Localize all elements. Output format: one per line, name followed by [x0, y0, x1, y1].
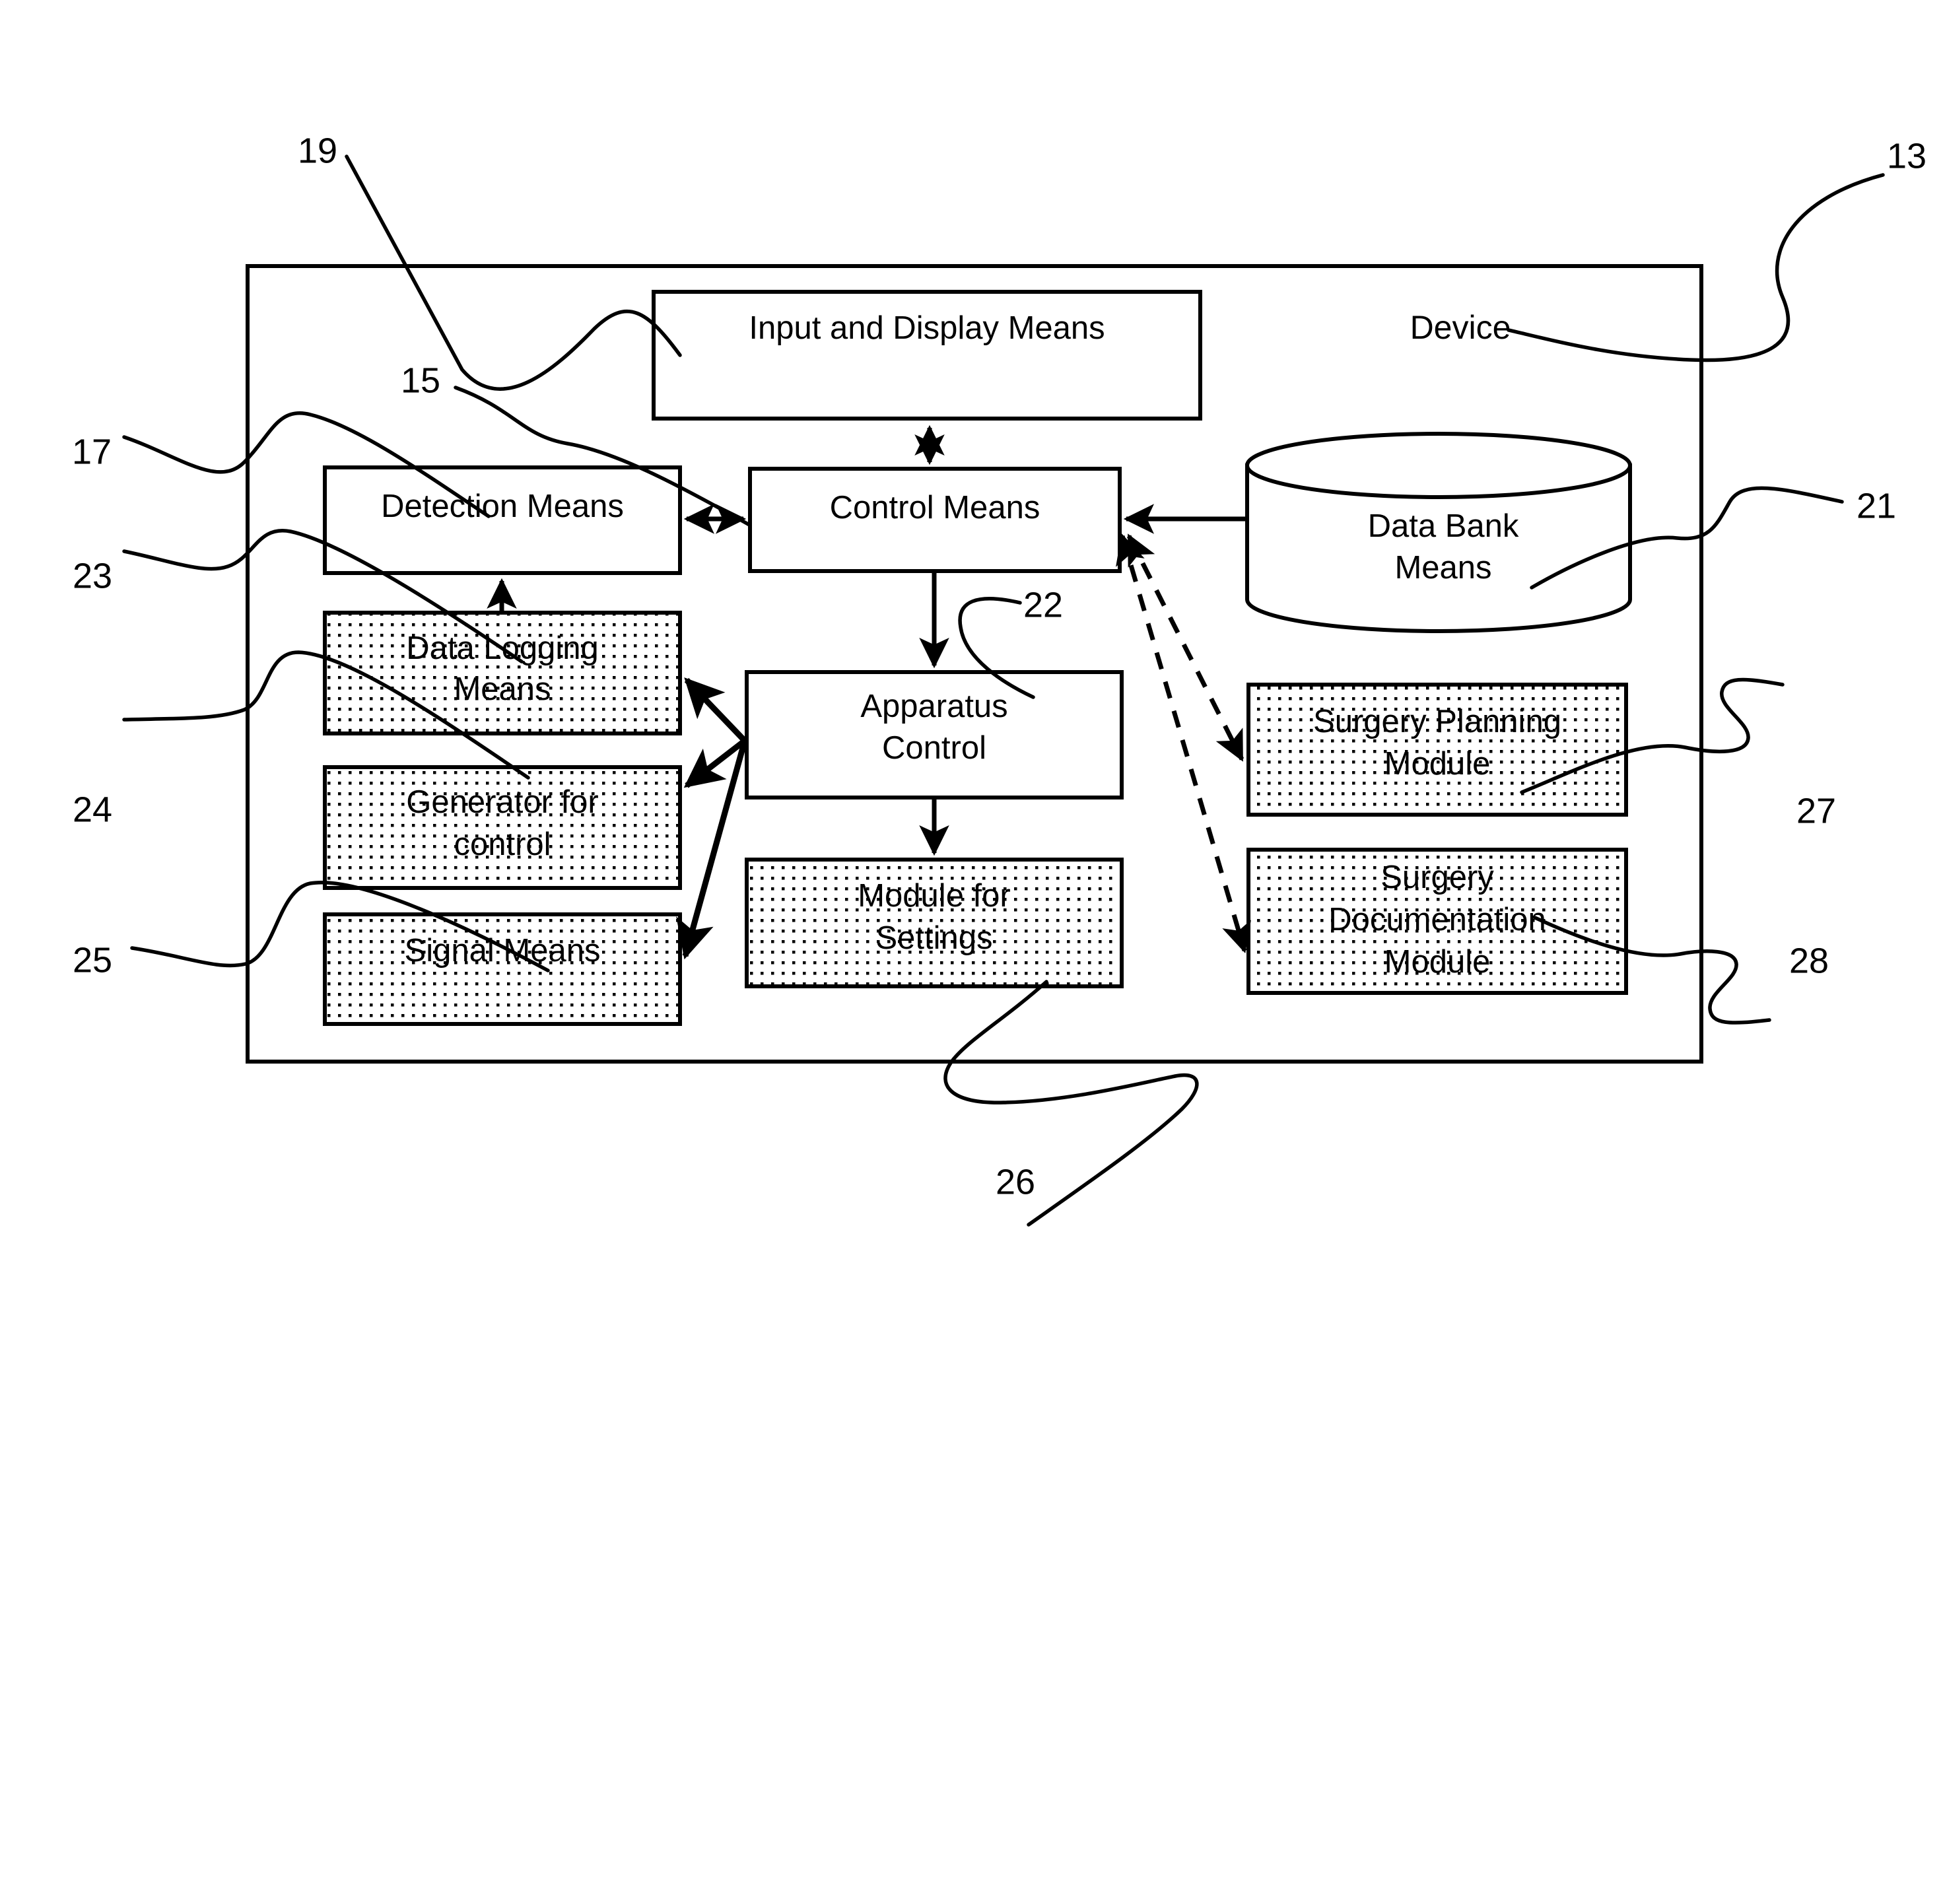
block-signal-means[interactable]	[323, 912, 682, 1026]
block-module-for-settings-label-line1: Module for	[858, 878, 1011, 914]
reference-numeral-21: 21	[1857, 486, 1896, 526]
block-surgery-documentation-module-label-line2: Documentation	[1328, 902, 1546, 937]
data-bank-cylinder-top	[1245, 432, 1632, 499]
device-label: Device	[1410, 309, 1511, 346]
block-apparatus-control-label-line2: Control	[882, 730, 986, 766]
reference-numeral-26: 26	[996, 1162, 1035, 1202]
reference-numeral-17: 17	[72, 432, 112, 471]
block-surgery-planning-module-label-line1: Surgery Planning	[1313, 704, 1561, 739]
block-module-for-settings-label-line2: Settings	[875, 920, 992, 956]
reference-numeral-19: 19	[298, 131, 337, 170]
patent-block-diagram: Input and Display Means Control Means De…	[0, 0, 1943, 1244]
figure-canvas: Input and Display Means Control Means De…	[0, 0, 1943, 1904]
block-detection-means-label: Detection Means	[381, 489, 624, 524]
block-control-means-label: Control Means	[830, 490, 1040, 526]
reference-numeral-13: 13	[1887, 136, 1926, 176]
reference-numeral-24: 24	[73, 790, 112, 829]
block-surgery-documentation-module-label-line3: Module	[1384, 944, 1491, 980]
reference-numeral-27: 27	[1796, 791, 1836, 831]
reference-numeral-23: 23	[73, 556, 112, 595]
block-data-bank-means-label-line2: Means	[1394, 550, 1491, 586]
block-surgery-planning-module-label-line2: Module	[1384, 746, 1491, 782]
block-signal-means-label: Signal Means	[405, 933, 601, 969]
block-surgery-documentation-module-label-line1: Surgery	[1381, 860, 1494, 895]
reference-numeral-22: 22	[1023, 585, 1063, 625]
block-generator-for-control-label-line1: Generator for	[406, 784, 598, 820]
reference-numeral-15: 15	[401, 360, 440, 400]
block-generator-for-control-label-line2: control	[454, 827, 551, 862]
block-data-bank-means-label-line1: Data Bank	[1368, 508, 1519, 544]
reference-numeral-25: 25	[73, 940, 112, 980]
reference-numeral-28: 28	[1789, 941, 1829, 980]
block-apparatus-control-label-line1: Apparatus	[860, 689, 1007, 724]
block-input-display-means-label: Input and Display Means	[749, 310, 1105, 346]
block-data-logging-means-label-line2: Means	[454, 671, 551, 707]
